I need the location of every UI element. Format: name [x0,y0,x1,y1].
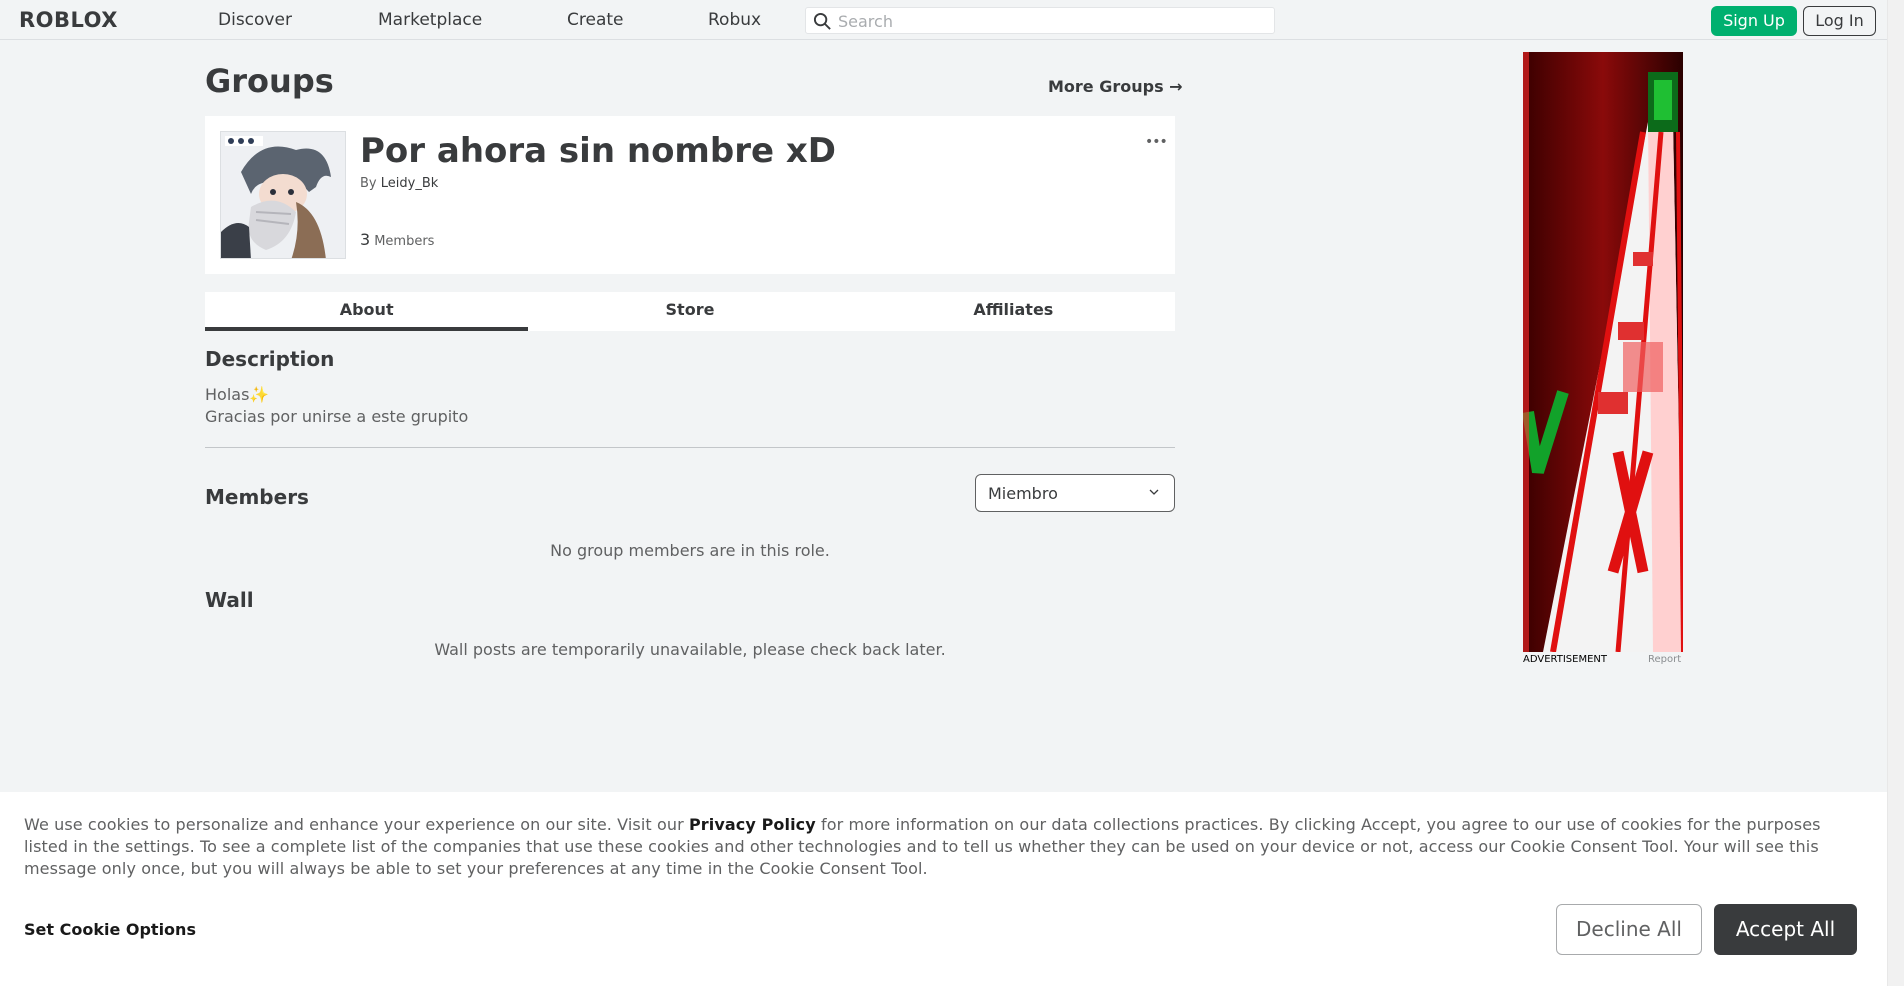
role-dropdown-value: Miembro [988,484,1058,503]
group-emblem-art [221,132,345,258]
nav-discover[interactable]: Discover [218,10,292,30]
more-options-icon[interactable]: ••• [1145,134,1168,150]
nav-marketplace[interactable]: Marketplace [378,10,482,30]
tab-store[interactable]: Store [528,292,851,331]
description-line: Holas✨ [205,385,270,404]
more-groups-link[interactable]: More Groups → [1048,77,1183,96]
group-member-count: 3 Members [360,230,434,249]
wall-heading: Wall [205,588,254,612]
group-header-card: Por ahora sin nombre xD By Leidy_Bk 3 Mem… [205,116,1175,274]
nav-robux[interactable]: Robux [708,10,761,30]
advertisement-banner[interactable] [1523,52,1683,652]
advertisement-image [1523,52,1683,652]
cookie-message-part: We use cookies to personalize and enhanc… [24,815,689,834]
nav-create[interactable]: Create [567,10,624,30]
group-owner-line: By Leidy_Bk [360,176,438,191]
search-icon [813,12,831,30]
by-label: By [360,176,377,191]
section-divider [205,447,1175,448]
top-navigation-bar: ROBLOX Discover Marketplace Create Robux… [0,0,1887,40]
set-cookie-options-button[interactable]: Set Cookie Options [24,920,196,939]
search-input[interactable] [838,10,1268,32]
privacy-policy-link[interactable]: Privacy Policy [689,815,816,834]
description-heading: Description [205,347,335,371]
wall-unavailable-message: Wall posts are temporarily unavailable, … [434,640,946,659]
roblox-logo[interactable]: ROBLOX [19,8,118,32]
group-name: Por ahora sin nombre xD [360,131,837,171]
accept-all-button[interactable]: Accept All [1714,904,1857,955]
tab-affiliates[interactable]: Affiliates [852,292,1175,331]
sign-up-button[interactable]: Sign Up [1711,6,1797,36]
role-dropdown[interactable]: Miembro [975,474,1175,512]
advertisement-label: ADVERTISEMENT [1523,654,1608,665]
tab-about[interactable]: About [205,292,529,331]
group-emblem-image[interactable] [220,131,346,259]
description-line: Gracias por unirse a este grupito [205,407,469,426]
cookie-message: We use cookies to personalize and enhanc… [24,814,1854,880]
chevron-down-icon [1149,489,1159,495]
members-heading: Members [205,485,309,509]
page-scrollbar[interactable] [1887,0,1904,986]
log-in-button[interactable]: Log In [1803,6,1876,36]
page-title: Groups [205,62,334,100]
report-ad-link[interactable]: Report [1648,654,1681,665]
search-bar[interactable] [805,7,1275,34]
no-members-message: No group members are in this role. [550,541,830,560]
decline-all-button[interactable]: Decline All [1556,904,1702,955]
group-owner-link[interactable]: Leidy_Bk [381,176,439,191]
member-count-value: 3 [360,230,371,249]
group-tabs: About Store Affiliates [205,292,1175,331]
member-count-label: Members [374,234,435,249]
cookie-consent-banner: We use cookies to personalize and enhanc… [0,792,1887,986]
description-text: Holas✨ Gracias por unirse a este grupito [205,384,468,428]
